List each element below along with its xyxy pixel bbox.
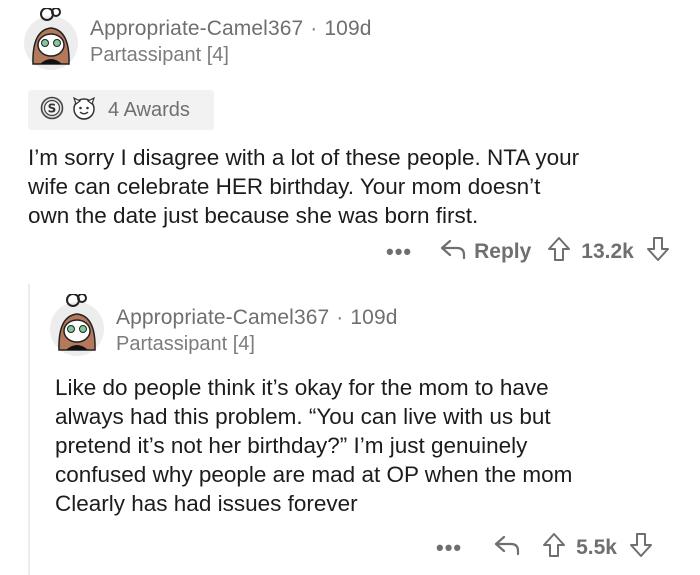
reply-arrow-icon[interactable] (440, 238, 466, 266)
thread-line[interactable] (28, 284, 30, 575)
silver-award-icon: S (40, 96, 64, 125)
reply-body-line: pretend it’s not her birthday?” I’m just… (55, 433, 528, 458)
comment-body-line: own the date just because she was born f… (28, 203, 479, 228)
reply-action-bar: ••• 5.5k (436, 532, 653, 564)
reply-button[interactable]: Reply (474, 240, 531, 264)
svg-text:S: S (48, 101, 57, 115)
reply-body-line: Like do people think it’s okay for the m… (55, 375, 549, 400)
separator-dot: · (310, 17, 318, 40)
vote-score: 5.5k (576, 536, 617, 559)
comment-thread: Appropriate-Camel367 · 109d Partassipant [… (0, 0, 700, 575)
username-link[interactable]: Appropriate-Camel367 (116, 306, 329, 329)
vote-score: 13.2k (581, 240, 634, 263)
more-options-button[interactable]: ••• (386, 241, 412, 263)
wholesome-award-icon (70, 95, 98, 126)
user-flair: Partassipant [4] (116, 333, 255, 355)
username-link[interactable]: Appropriate-Camel367 (90, 17, 303, 40)
awards-bar[interactable]: S 4 Awards (28, 90, 214, 130)
comment-body-line: wife can celebrate HER birthday. Your mo… (28, 174, 541, 199)
downvote-icon[interactable] (629, 532, 653, 564)
reply-body-line: always had this problem. “You can live w… (55, 404, 551, 429)
comment-author-line: Appropriate-Camel367 · 109d (90, 17, 372, 41)
avatar-icon[interactable] (46, 294, 108, 356)
reply-body-line: confused why people are mad at OP when t… (55, 462, 573, 487)
comment-age: 109d (324, 17, 372, 40)
comment-age: 109d (350, 306, 398, 329)
reply-body: Like do people think it’s okay for the m… (55, 373, 572, 518)
awards-count: 4 Awards (108, 98, 190, 121)
more-options-button[interactable]: ••• (436, 537, 462, 559)
avatar-icon[interactable] (20, 8, 82, 70)
user-flair: Partassipant [4] (90, 44, 229, 66)
comment-action-bar: ••• Reply 13.2k (386, 236, 670, 268)
comment-body: I’m sorry I disagree with a lot of these… (28, 143, 579, 230)
upvote-icon[interactable] (547, 236, 571, 268)
reply-author-line: Appropriate-Camel367 · 109d (116, 306, 398, 330)
reply-arrow-icon[interactable] (494, 534, 520, 562)
upvote-icon[interactable] (542, 532, 566, 564)
downvote-icon[interactable] (646, 236, 670, 268)
comment-body-line: I’m sorry I disagree with a lot of these… (28, 145, 580, 170)
reply-body-line: Clearly has had issues forever (55, 491, 358, 516)
separator-dot: · (336, 306, 344, 329)
